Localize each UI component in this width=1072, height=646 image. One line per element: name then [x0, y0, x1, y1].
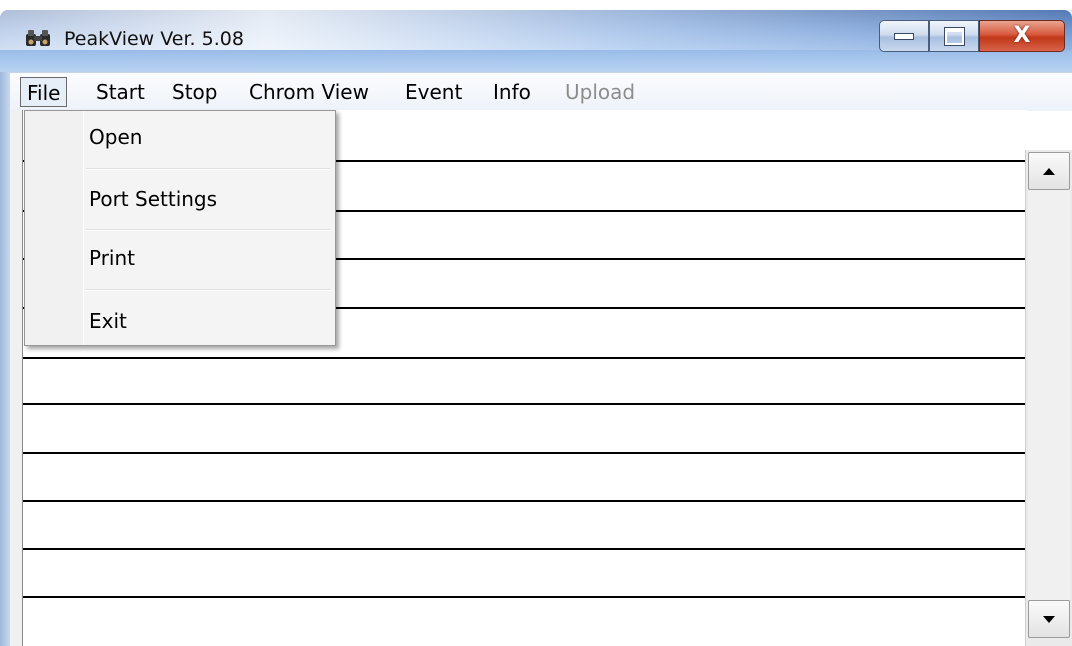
maximize-icon — [943, 26, 965, 46]
menu-info[interactable]: Info — [487, 77, 537, 107]
menu-file[interactable]: File — [20, 77, 68, 107]
row-divider — [23, 548, 1026, 550]
menu-item-port-settings[interactable]: Port Settings — [89, 179, 217, 219]
row-divider — [23, 500, 1026, 502]
maximize-button[interactable] — [929, 20, 979, 52]
row-divider — [23, 357, 1026, 359]
menu-item-exit[interactable]: Exit — [89, 301, 127, 341]
peakview-window: PeakView Ver. 5.08 X File Start Stop Chr… — [0, 0, 1072, 646]
menu-event[interactable]: Event — [399, 77, 468, 107]
title-bar[interactable]: PeakView Ver. 5.08 X — [0, 10, 1072, 72]
file-menu-dropdown: Open Port Settings Print Exit — [24, 110, 336, 346]
window-title: PeakView Ver. 5.08 — [64, 28, 244, 50]
scroll-down-button[interactable] — [1028, 600, 1070, 638]
menu-item-print[interactable]: Print — [89, 238, 135, 278]
menu-upload[interactable]: Upload — [559, 77, 641, 107]
menu-start[interactable]: Start — [90, 77, 151, 107]
arrow-down-icon — [1043, 615, 1055, 623]
arrow-up-icon — [1043, 167, 1055, 175]
menu-item-open[interactable]: Open — [89, 117, 142, 157]
menu-stop[interactable]: Stop — [166, 77, 223, 107]
menu-icon-gutter — [25, 111, 84, 345]
menu-separator — [86, 229, 330, 231]
row-divider — [23, 596, 1026, 598]
menu-bar: File Start Stop Chrom View Event Info Up… — [10, 72, 1072, 111]
row-divider — [23, 452, 1026, 454]
content-left-margin — [10, 110, 22, 646]
menu-chrom-view[interactable]: Chrom View — [243, 77, 375, 107]
row-divider — [23, 403, 1026, 405]
scroll-track[interactable] — [1028, 190, 1070, 600]
close-button[interactable]: X — [979, 20, 1065, 52]
close-icon: X — [1013, 23, 1031, 48]
binoculars-icon — [26, 30, 50, 46]
caption-buttons: X — [879, 20, 1065, 56]
window-left-border — [0, 72, 10, 646]
menu-separator — [86, 289, 330, 291]
minimize-button[interactable] — [879, 20, 929, 52]
scroll-up-button[interactable] — [1028, 152, 1070, 190]
menu-gutter-divider — [83, 111, 84, 345]
minimize-icon — [894, 32, 914, 40]
vertical-scrollbar[interactable] — [1025, 150, 1072, 646]
menu-separator — [86, 168, 330, 170]
